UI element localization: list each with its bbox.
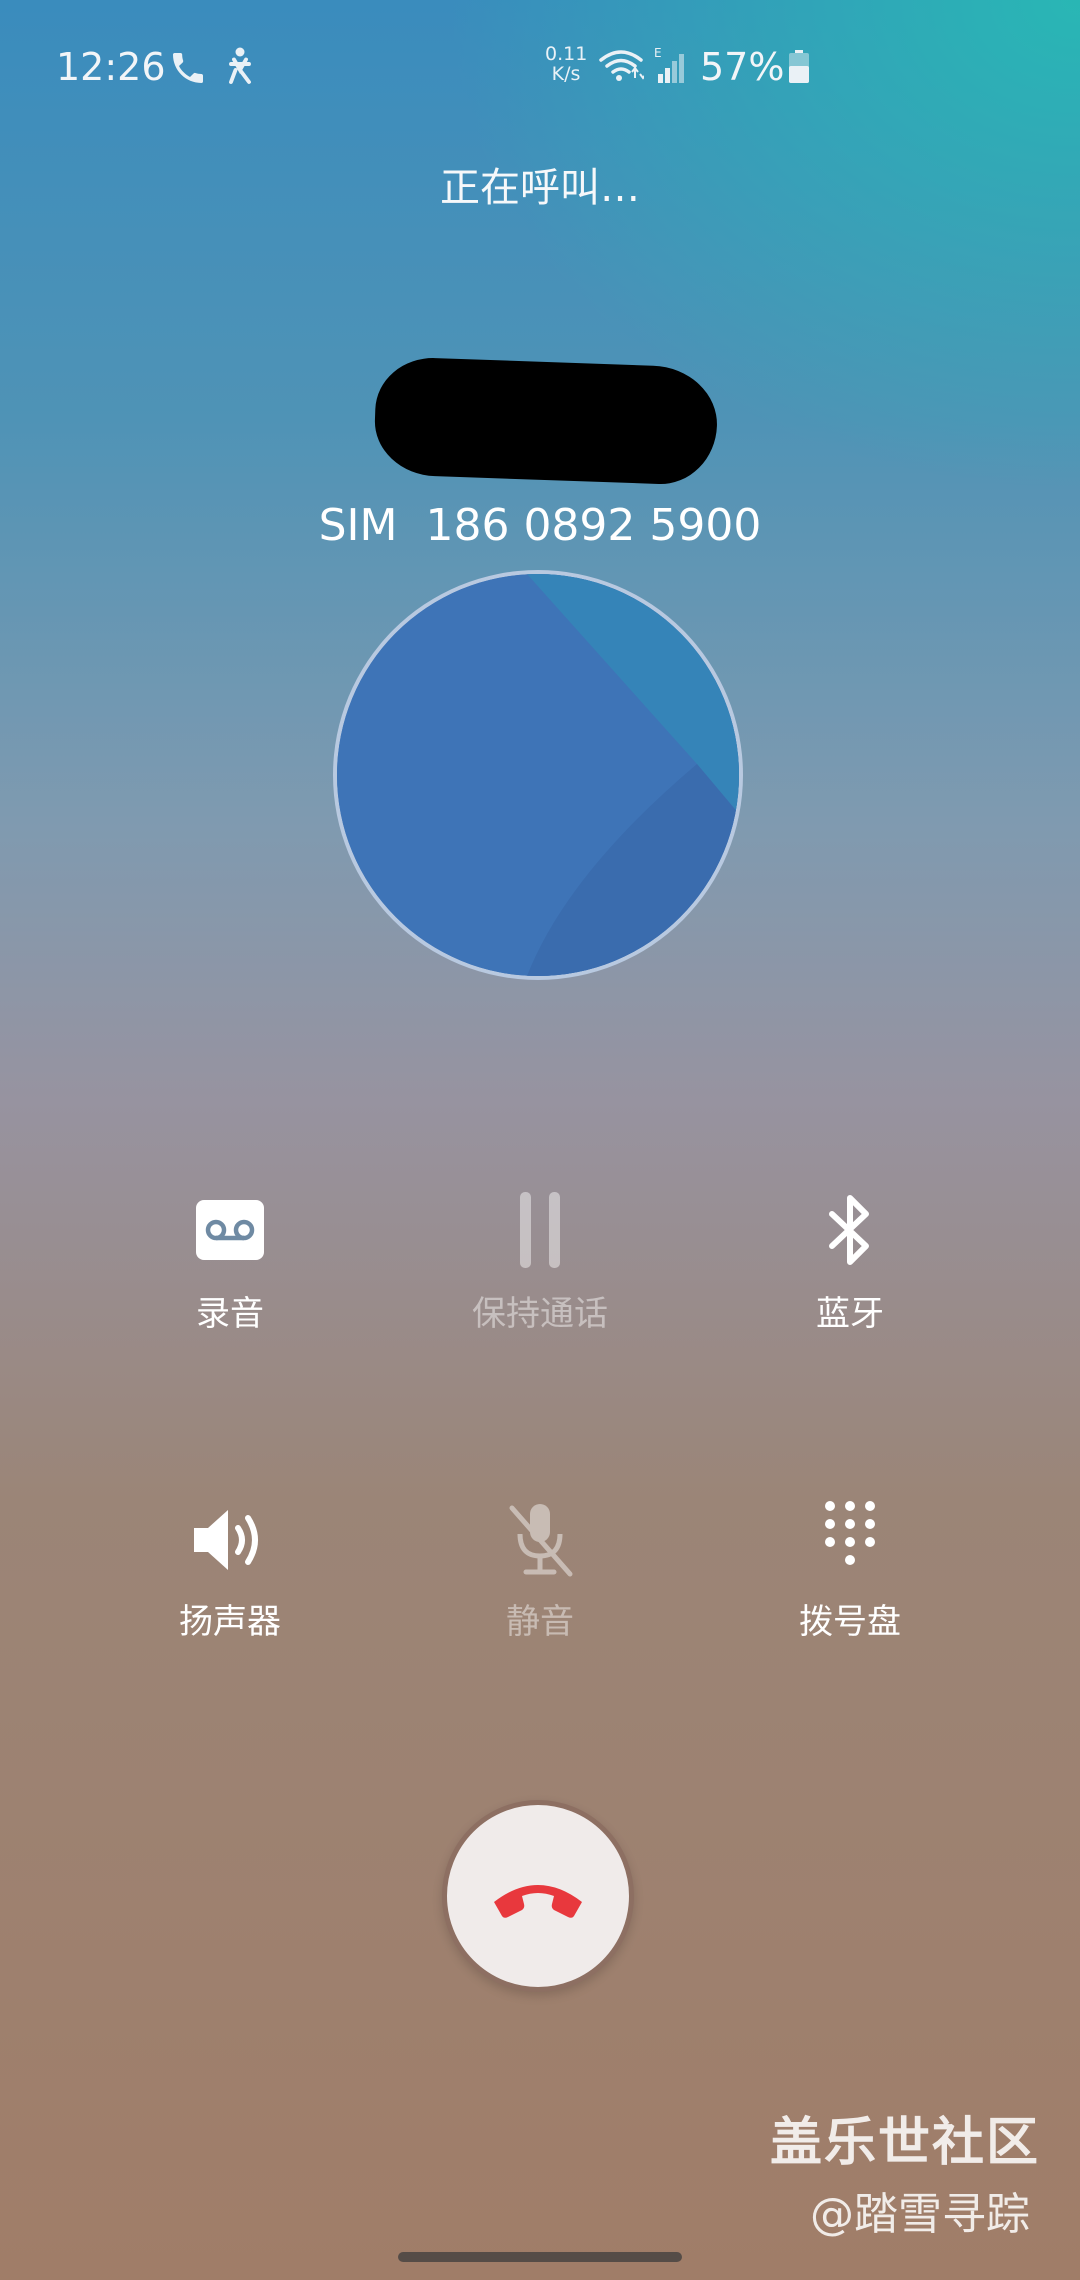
battery-icon xyxy=(789,50,809,83)
home-indicator[interactable] xyxy=(398,2252,682,2262)
bluetooth-button[interactable]: 蓝牙 xyxy=(700,1192,1000,1362)
mic-off-icon xyxy=(509,1504,573,1577)
network-speed-value: 0.11 xyxy=(545,43,588,65)
phone-line: SIM 186 0892 5900 xyxy=(0,495,1080,557)
status-time: 12:26 xyxy=(56,45,166,89)
speaker-button[interactable]: 扬声器 xyxy=(80,1500,380,1670)
mute-label: 静音 xyxy=(506,1602,574,1642)
bluetooth-icon xyxy=(829,1195,869,1265)
contact-avatar xyxy=(333,570,743,980)
end-call-button[interactable] xyxy=(442,1800,634,1992)
watermark-handle: @踏雪寻踪 xyxy=(810,2189,1030,2240)
record-button[interactable]: 录音 xyxy=(80,1192,380,1362)
pause-icon xyxy=(520,1192,560,1268)
watermark-title: 盖乐世社区 xyxy=(770,2113,1041,2173)
speaker-icon xyxy=(194,1510,258,1570)
network-speed-unit: K/s xyxy=(551,63,581,85)
signal-icon: E xyxy=(654,46,684,83)
redaction-mark xyxy=(373,356,719,486)
wifi-icon xyxy=(599,50,644,81)
hang-up-icon xyxy=(494,1885,582,1918)
network-speed: 0.11 K/s xyxy=(545,44,587,84)
mute-button[interactable]: 静音 xyxy=(390,1500,690,1670)
battery-percentage: 57% xyxy=(700,45,785,89)
dialpad-button[interactable]: 拨号盘 xyxy=(700,1500,1000,1670)
speaker-label: 扬声器 xyxy=(179,1602,281,1642)
call-status: 正在呼叫… xyxy=(440,165,640,211)
network-type: E xyxy=(654,46,662,60)
dialpad-label: 拨号盘 xyxy=(799,1602,901,1642)
sim-label: SIM xyxy=(318,500,398,551)
record-label: 录音 xyxy=(196,1294,264,1334)
hold-call-label: 保持通话 xyxy=(472,1294,608,1334)
bluetooth-label: 蓝牙 xyxy=(816,1294,884,1334)
hold-call-button[interactable]: 保持通话 xyxy=(390,1192,690,1362)
dialpad-icon xyxy=(825,1501,875,1565)
phone-number: 186 0892 5900 xyxy=(425,500,762,551)
phone-icon xyxy=(173,53,203,83)
voicemail-icon xyxy=(196,1200,264,1260)
accessibility-icon xyxy=(229,47,251,84)
